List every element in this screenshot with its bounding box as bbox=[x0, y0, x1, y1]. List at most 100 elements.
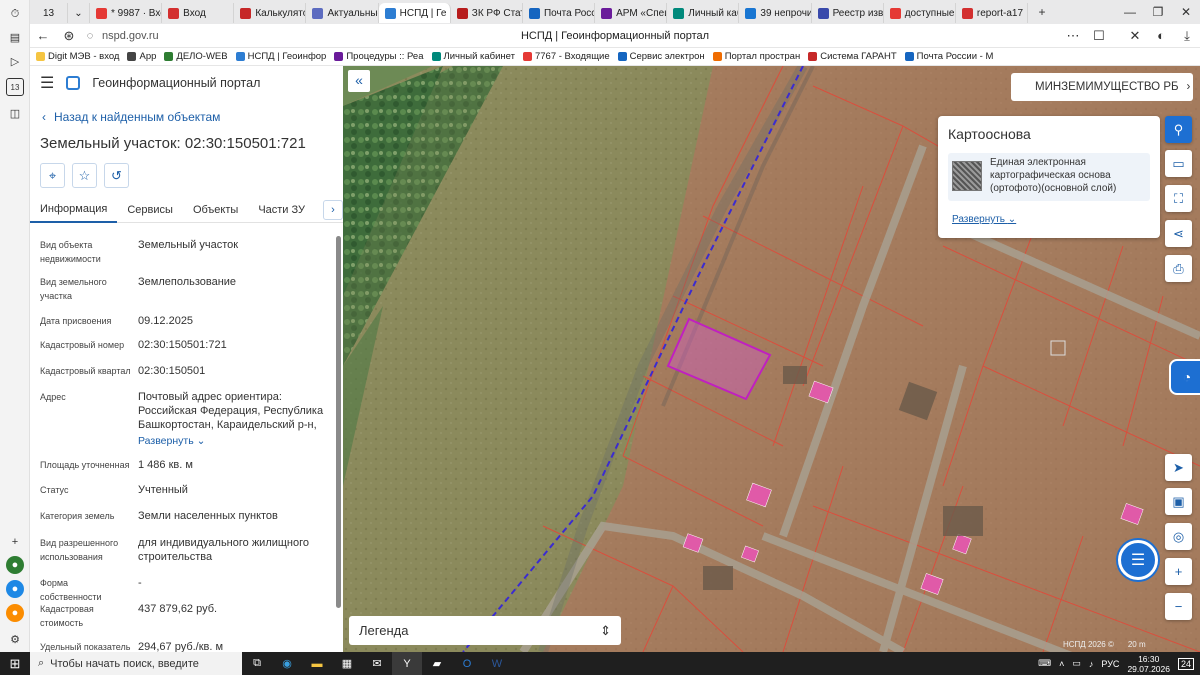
locate-icon[interactable]: ⌖ bbox=[40, 163, 65, 188]
lock-icon[interactable]: ◌ bbox=[82, 30, 98, 42]
bookmark-item[interactable]: 7767 - Входящие bbox=[522, 51, 610, 62]
media-icon[interactable]: ▷ bbox=[6, 52, 24, 70]
ruler-icon[interactable]: ▭ bbox=[1165, 150, 1192, 177]
clock[interactable]: 16:30 29.07.2026 bbox=[1127, 654, 1170, 674]
shield-icon[interactable]: ⊛ bbox=[56, 28, 82, 44]
chat-icon[interactable]: ☰ bbox=[1118, 540, 1158, 580]
browser-tab[interactable]: * 9987 · Вход bbox=[90, 3, 163, 23]
yandex-icon[interactable]: Y bbox=[392, 652, 422, 675]
lang-indicator[interactable]: РУС bbox=[1101, 659, 1119, 669]
screenshot-icon[interactable]: ◫ bbox=[6, 104, 24, 122]
close-window-button[interactable]: ✕ bbox=[1172, 5, 1200, 19]
zoom-out-icon[interactable]: − bbox=[1165, 593, 1192, 620]
task-view-icon[interactable]: ⧉ bbox=[242, 652, 272, 675]
keyboard-icon[interactable]: ⌨ bbox=[1038, 658, 1051, 669]
back-arrow-icon[interactable]: ← bbox=[30, 28, 56, 43]
bookmark-item[interactable]: App bbox=[127, 51, 156, 62]
browser-tab[interactable]: Калькулятор bbox=[234, 3, 307, 23]
url-field[interactable]: nspd.gov.ru bbox=[102, 30, 159, 42]
bookmark-item[interactable]: Digit МЭВ - вход bbox=[36, 51, 119, 62]
collections-icon[interactable]: ▤ bbox=[6, 28, 24, 46]
add-icon[interactable]: + bbox=[6, 533, 24, 551]
new-tab-button[interactable]: + bbox=[1028, 5, 1056, 19]
counter-icon[interactable]: 13 bbox=[6, 78, 24, 96]
tab-info[interactable]: Информация bbox=[30, 197, 118, 223]
bookmark-label: Система ГАРАНТ bbox=[820, 51, 897, 62]
tab-list-chevron-icon[interactable]: ⌄ bbox=[68, 3, 90, 23]
bookmark-item[interactable]: ДЕЛО-WEB bbox=[164, 51, 228, 62]
profile-icon[interactable]: ◐ bbox=[1148, 28, 1174, 43]
support-badge[interactable]: ◔ bbox=[1169, 359, 1200, 395]
tab-counter[interactable]: 13 bbox=[30, 3, 68, 23]
maximize-button[interactable]: ❐ bbox=[1144, 5, 1172, 19]
history-icon[interactable]: ↺ bbox=[104, 163, 129, 188]
print-icon[interactable]: ⎙ bbox=[1165, 255, 1192, 282]
word-icon[interactable]: W bbox=[482, 652, 512, 675]
zoom-in-icon[interactable]: + bbox=[1165, 558, 1192, 585]
menu-icon[interactable]: ☰ bbox=[40, 73, 54, 93]
bookmark-item[interactable]: НСПД | Геоинфор bbox=[235, 51, 326, 62]
mail-icon[interactable]: ✉ bbox=[362, 652, 392, 675]
browser-tab[interactable]: ЗК РФ Стат bbox=[451, 3, 523, 23]
browser-tab[interactable]: НСПД | Ге✕ bbox=[378, 3, 451, 23]
volume-icon[interactable]: ♪ bbox=[1089, 659, 1094, 669]
browser-tab[interactable]: Актуальные bbox=[306, 3, 379, 23]
bookmark-item[interactable]: Портал простран bbox=[712, 51, 800, 62]
taskbar-search[interactable]: ⌕ Чтобы начать поиск, введите bbox=[30, 652, 242, 675]
notification-badge[interactable]: 24 bbox=[1177, 657, 1194, 670]
app1-icon[interactable]: ● bbox=[6, 556, 24, 574]
app3-icon[interactable]: ● bbox=[6, 604, 24, 622]
star-icon[interactable]: ☆ bbox=[72, 163, 97, 188]
bookmark-icon[interactable]: ☐ bbox=[1086, 28, 1112, 44]
minimize-button[interactable]: — bbox=[1116, 5, 1144, 19]
browser-tab[interactable]: 39 непрочи bbox=[739, 3, 812, 23]
legend-panel[interactable]: Легенда ⇕ bbox=[349, 616, 621, 645]
share-icon[interactable]: ⋖ bbox=[1165, 220, 1192, 247]
extension-icon[interactable]: ✕ bbox=[1122, 28, 1148, 44]
browser-tab[interactable]: АРМ «Спец bbox=[595, 3, 668, 23]
select-area-icon[interactable]: ⛶ bbox=[1165, 185, 1192, 212]
tab-parts[interactable]: Части ЗУ bbox=[248, 197, 315, 223]
chevron-up-icon[interactable]: ˄ bbox=[1059, 659, 1064, 669]
minimap-icon[interactable]: ▣ bbox=[1165, 488, 1192, 515]
basemap-item[interactable]: Единая электронная картографическая осно… bbox=[948, 153, 1150, 201]
basemap-expand-link[interactable]: Развернуть ⌄ bbox=[952, 214, 1016, 225]
map-view[interactable]: « МИНЗЕМИМУЩЕСТВО РБ › Картооснова Единая… bbox=[343, 66, 1200, 652]
bookmark-item[interactable]: Сервис электрон bbox=[617, 51, 705, 62]
folder-icon[interactable]: ▬ bbox=[302, 652, 332, 675]
bookmark-item[interactable]: Система ГАРАНТ bbox=[808, 51, 897, 62]
browser-tab[interactable]: report-a17 bbox=[956, 3, 1028, 23]
more-icon[interactable]: ⋯ bbox=[1060, 28, 1086, 44]
app2-icon[interactable]: ● bbox=[6, 580, 24, 598]
layers-icon[interactable]: ⚲ bbox=[1165, 116, 1192, 143]
collapse-panel-button[interactable]: « bbox=[348, 70, 370, 92]
download-icon[interactable]: ⤓ bbox=[1174, 28, 1200, 44]
bookmark-item[interactable]: Почта России - М bbox=[904, 51, 993, 62]
browser-tab[interactable]: доступные bbox=[884, 3, 956, 23]
tab-objects[interactable]: Объекты bbox=[183, 197, 248, 223]
tab-label: Почта Росс bbox=[543, 7, 596, 19]
windows-icon[interactable]: ⊞ bbox=[0, 656, 30, 672]
browser-tab[interactable]: Личный каб bbox=[667, 3, 740, 23]
agency-selector[interactable]: МИНЗЕМИМУЩЕСТВО РБ › bbox=[1011, 73, 1193, 101]
geolocate-icon[interactable]: ➤ bbox=[1165, 454, 1192, 481]
bookmark-item[interactable]: Личный кабинет bbox=[431, 51, 515, 62]
back-link[interactable]: ‹ Назад к найденным объектам bbox=[42, 110, 220, 124]
chevron-right-icon[interactable]: › bbox=[323, 200, 343, 220]
expand-address-link[interactable]: Развернуть ⌄ bbox=[138, 434, 328, 448]
store-icon[interactable]: ▦ bbox=[332, 652, 362, 675]
system-tray: ⌨ ˄ ▭ ♪ РУС 16:30 29.07.2026 24 bbox=[1038, 652, 1200, 675]
history-icon[interactable]: ⏱ bbox=[6, 5, 24, 23]
browser-tab[interactable]: Почта Росс bbox=[523, 3, 596, 23]
browser-tab[interactable]: Реестр изве bbox=[812, 3, 884, 23]
tab-services[interactable]: Сервисы bbox=[117, 197, 183, 223]
search-location-icon[interactable]: ◎ bbox=[1165, 523, 1192, 550]
browser-tab[interactable]: Вход bbox=[162, 3, 235, 23]
bookmark-item[interactable]: Процедуры :: Реа bbox=[334, 51, 424, 62]
network-icon[interactable]: ▭ bbox=[1072, 658, 1081, 669]
panel-scrollbar[interactable] bbox=[336, 236, 341, 608]
app-icon[interactable]: ▰ bbox=[422, 652, 452, 675]
settings-icon[interactable]: ⚙ bbox=[6, 630, 24, 648]
edge-icon[interactable]: ◉ bbox=[272, 652, 302, 675]
outlook-icon[interactable]: O bbox=[452, 652, 482, 675]
